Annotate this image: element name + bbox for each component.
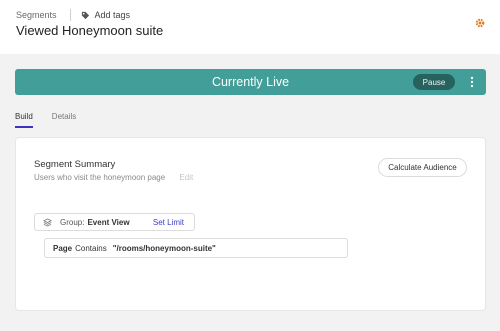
group-prefix: Group: (60, 217, 85, 227)
tab-details[interactable]: Details (52, 112, 76, 128)
add-tags-label: Add tags (94, 10, 131, 20)
tab-bar: Build Details (15, 112, 95, 128)
filter-rule[interactable]: Page Contains "/rooms/honeymoon-suite" (44, 238, 348, 258)
calculate-audience-button[interactable]: Calculate Audience (378, 158, 467, 177)
layers-icon (43, 217, 52, 227)
gear-icon[interactable] (475, 18, 485, 28)
set-limit-link[interactable]: Set Limit (153, 218, 184, 227)
edit-description-link[interactable]: Edit (179, 173, 193, 182)
group-name: Event View (87, 217, 130, 227)
tab-build[interactable]: Build (15, 112, 33, 128)
segment-description: Users who visit the honeymoon page (34, 173, 166, 182)
segment-card: Segment Summary Users who visit the hone… (15, 137, 486, 311)
live-status-banner: Currently Live Pause (15, 69, 486, 95)
add-tags-button[interactable]: Add tags (81, 10, 131, 20)
segment-summary-title: Segment Summary (34, 159, 116, 170)
rule-field: Page (53, 243, 73, 253)
rule-operator: Contains (75, 243, 107, 253)
breadcrumb-segments[interactable]: Segments (16, 10, 57, 20)
breadcrumb: Segments Add tags (16, 9, 130, 21)
group-header: Group: Event View Set Limit (34, 213, 195, 231)
page-title: Viewed Honeymoon suite (16, 23, 164, 38)
segment-description-row: Users who visit the honeymoon page Edit (34, 173, 193, 182)
pause-button[interactable]: Pause (413, 74, 455, 90)
status-text: Currently Live (211, 75, 290, 89)
rule-value: "/rooms/honeymoon-suite" (112, 243, 216, 253)
page-header: Segments Add tags Viewed Honeymoon suite (0, 0, 500, 54)
breadcrumb-divider (69, 9, 71, 21)
tag-icon (81, 11, 89, 19)
more-options-icon[interactable] (470, 76, 474, 88)
